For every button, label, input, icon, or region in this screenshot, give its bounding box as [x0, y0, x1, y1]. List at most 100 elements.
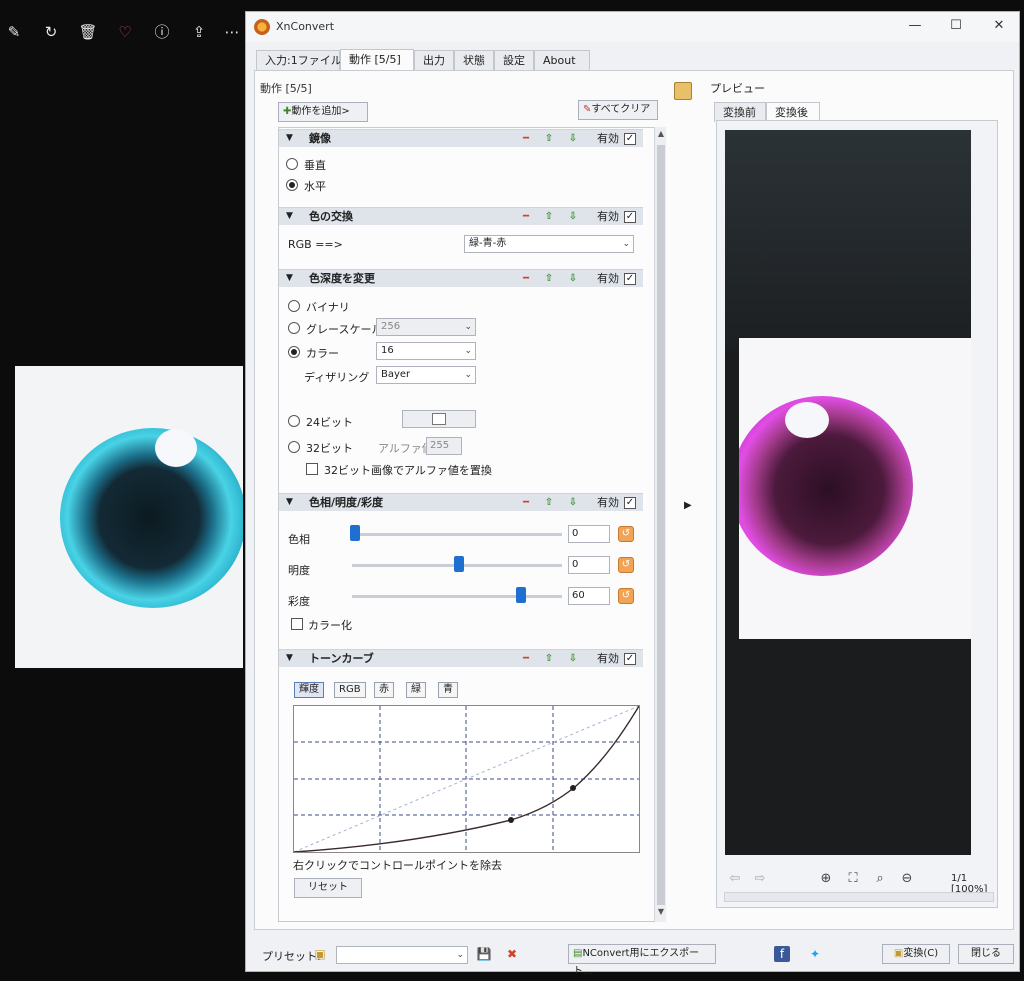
- edit-icon[interactable]: ✎: [4, 22, 24, 42]
- enabled-checkbox[interactable]: ✓: [624, 653, 636, 665]
- curve-reset-button[interactable]: リセット: [294, 878, 362, 898]
- tone-curve-editor[interactable]: [293, 705, 640, 853]
- clear-all-button[interactable]: ✎すべてクリア: [578, 100, 658, 120]
- reset-saturation-icon[interactable]: ↺: [618, 588, 634, 604]
- scroll-down-icon[interactable]: ▼: [655, 907, 667, 916]
- collapse-triangle-icon[interactable]: ▼: [286, 130, 293, 147]
- channel-green-button[interactable]: 緑: [406, 682, 426, 698]
- move-down-icon[interactable]: ⇩: [566, 210, 580, 224]
- folder-icon[interactable]: ▣: [312, 946, 328, 962]
- hue-slider-thumb[interactable]: [350, 525, 360, 541]
- fit-to-window-icon[interactable]: ⛶: [844, 870, 862, 888]
- grayscale-levels-select[interactable]: 256 ⌄: [376, 318, 476, 336]
- next-icon[interactable]: ⇨: [751, 870, 769, 888]
- depth-binary-radio[interactable]: [288, 300, 300, 312]
- move-up-icon[interactable]: ⇧: [542, 132, 556, 146]
- swap-order-select[interactable]: 緑-青-赤 ⌄: [464, 235, 634, 253]
- collapse-triangle-icon[interactable]: ▼: [286, 650, 293, 667]
- panel-collapse-arrow-icon[interactable]: ▶: [684, 500, 692, 511]
- collapse-triangle-icon[interactable]: ▼: [286, 270, 293, 287]
- depth-24bit-radio[interactable]: [288, 415, 300, 427]
- info-icon[interactable]: ⓘ: [152, 22, 172, 42]
- share-icon[interactable]: ⇪: [189, 22, 209, 42]
- remove-action-icon[interactable]: ━: [519, 132, 533, 146]
- export-nconvert-button[interactable]: ▤NConvert用にエクスポート...: [568, 944, 716, 977]
- tab-status[interactable]: 状態: [454, 50, 494, 70]
- collapse-triangle-icon[interactable]: ▼: [286, 208, 293, 225]
- convert-button[interactable]: ▣変換(C): [882, 944, 950, 964]
- move-up-icon[interactable]: ⇧: [542, 272, 556, 286]
- preview-icon[interactable]: [674, 82, 692, 100]
- color-count-select[interactable]: 16 ⌄: [376, 342, 476, 360]
- mirror-vertical-radio[interactable]: [286, 158, 298, 170]
- mirror-horizontal-radio[interactable]: [286, 179, 298, 191]
- lightness-spinbox[interactable]: 0: [568, 556, 610, 574]
- section-hsl-header[interactable]: ▼ 色相/明度/彩度 ━ ⇧ ⇩ 有効 ✓: [279, 493, 643, 511]
- saturation-spinbox[interactable]: 60: [568, 587, 610, 605]
- tab-before[interactable]: 変換前: [714, 102, 766, 122]
- tab-output[interactable]: 出力: [414, 50, 454, 70]
- tone-curve-graph[interactable]: [293, 705, 640, 853]
- channel-blue-button[interactable]: 青: [438, 682, 458, 698]
- move-down-icon[interactable]: ⇩: [566, 496, 580, 510]
- reset-hue-icon[interactable]: ↺: [618, 526, 634, 542]
- colorize-checkbox[interactable]: [291, 618, 303, 630]
- curve-control-point[interactable]: [508, 817, 514, 823]
- previous-icon[interactable]: ⇦: [726, 870, 744, 888]
- section-swap-header[interactable]: ▼ 色の交換 ━ ⇧ ⇩ 有効 ✓: [279, 207, 643, 225]
- remove-action-icon[interactable]: ━: [519, 272, 533, 286]
- twitter-icon[interactable]: ✦: [807, 946, 823, 962]
- section-mirror-header[interactable]: ▼ 鏡像 ━ ⇧ ⇩ 有効 ✓: [279, 129, 643, 147]
- delete-preset-icon[interactable]: ✖: [504, 946, 520, 962]
- move-down-icon[interactable]: ⇩: [566, 652, 580, 666]
- depth-32bit-radio[interactable]: [288, 441, 300, 453]
- more-icon[interactable]: ⋯: [222, 22, 242, 42]
- remove-action-icon[interactable]: ━: [519, 652, 533, 666]
- preset-select[interactable]: ⌄: [336, 946, 468, 964]
- collapse-triangle-icon[interactable]: ▼: [286, 494, 293, 511]
- enabled-checkbox[interactable]: ✓: [624, 211, 636, 223]
- enabled-checkbox[interactable]: ✓: [624, 273, 636, 285]
- section-curves-header[interactable]: ▼ トーンカーブ ━ ⇧ ⇩ 有効 ✓: [279, 649, 643, 667]
- replace-alpha-checkbox[interactable]: [306, 463, 318, 475]
- enabled-checkbox[interactable]: ✓: [624, 133, 636, 145]
- channel-rgb-button[interactable]: RGB: [334, 682, 366, 698]
- depth-color-radio[interactable]: [288, 346, 300, 358]
- facebook-icon[interactable]: f: [774, 946, 790, 962]
- add-action-button[interactable]: ✚動作を追加>: [278, 102, 368, 122]
- minimize-button[interactable]: —: [903, 16, 927, 36]
- channel-luminance-button[interactable]: 輝度: [294, 682, 324, 698]
- tab-about[interactable]: About: [534, 50, 590, 70]
- remove-action-icon[interactable]: ━: [519, 496, 533, 510]
- tab-actions[interactable]: 動作 [5/5]: [340, 49, 414, 71]
- alpha-spinbox[interactable]: 255: [426, 437, 462, 455]
- save-icon[interactable]: 💾: [476, 946, 492, 962]
- enabled-checkbox[interactable]: ✓: [624, 497, 636, 509]
- zoom-out-icon[interactable]: ⊖: [898, 870, 916, 888]
- reset-lightness-icon[interactable]: ↺: [618, 557, 634, 573]
- move-up-icon[interactable]: ⇧: [542, 496, 556, 510]
- zoom-in-icon[interactable]: ⊕: [817, 870, 835, 888]
- section-depth-header[interactable]: ▼ 色深度を変更 ━ ⇧ ⇩ 有効 ✓: [279, 269, 643, 287]
- maximize-button[interactable]: ☐: [944, 16, 968, 36]
- move-down-icon[interactable]: ⇩: [566, 132, 580, 146]
- channel-red-button[interactable]: 赤: [374, 682, 394, 698]
- actions-scrollbar[interactable]: ▲ ▼: [654, 127, 666, 922]
- scroll-up-icon[interactable]: ▲: [655, 129, 667, 138]
- curve-control-point[interactable]: [570, 785, 576, 791]
- hue-slider[interactable]: [352, 533, 562, 536]
- tab-input[interactable]: 入力:1ファイル: [256, 50, 342, 70]
- move-up-icon[interactable]: ⇧: [542, 652, 556, 666]
- saturation-slider[interactable]: [352, 595, 562, 598]
- close-button[interactable]: 閉じる: [958, 944, 1014, 964]
- move-up-icon[interactable]: ⇧: [542, 210, 556, 224]
- close-window-button[interactable]: ✕: [987, 16, 1011, 36]
- zoom-icon[interactable]: ⌕: [871, 870, 889, 888]
- dithering-select[interactable]: Bayer ⌄: [376, 366, 476, 384]
- hue-spinbox[interactable]: 0: [568, 525, 610, 543]
- scroll-thumb[interactable]: [657, 145, 665, 905]
- depth-grayscale-radio[interactable]: [288, 322, 300, 334]
- delete-icon[interactable]: 🗑: [78, 22, 98, 42]
- tab-settings[interactable]: 設定: [494, 50, 534, 70]
- favorite-icon[interactable]: ♡: [115, 22, 135, 42]
